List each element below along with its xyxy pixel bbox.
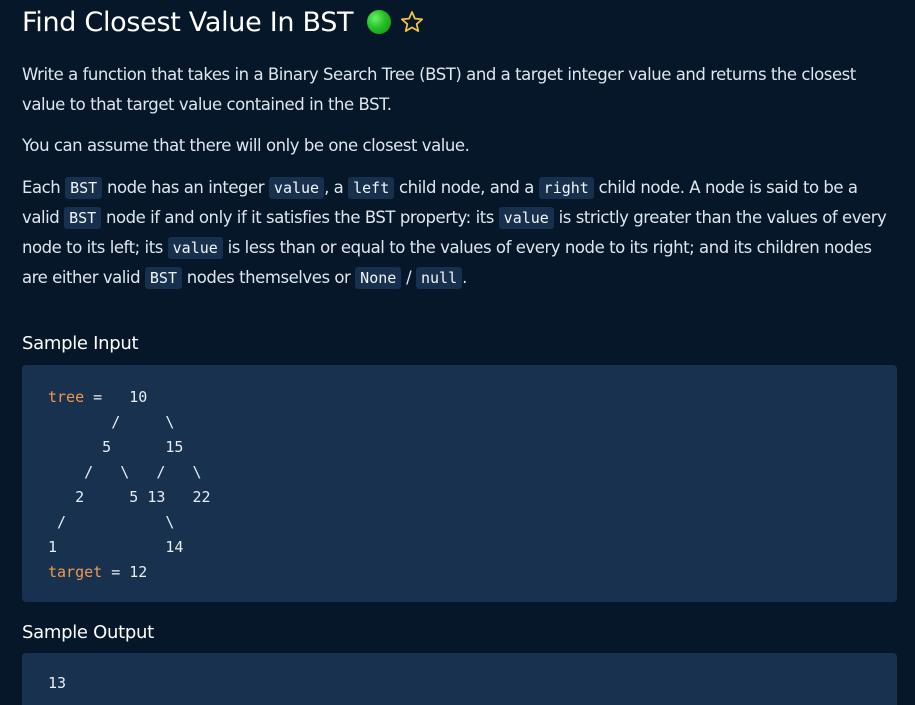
code-text: = 12 [102, 563, 148, 581]
text-segment: . [462, 268, 467, 287]
sample-input-code: tree = 10 / \ 5 15 / \ / \ 2 5 13 22 / \… [48, 385, 211, 585]
description-paragraph-1: Write a function that takes in a Binary … [22, 65, 856, 114]
text-segment: Each [22, 178, 66, 197]
inline-code: value [167, 237, 223, 259]
sample-input-heading: Sample Input [22, 333, 139, 354]
text-segment: , a [324, 178, 349, 197]
code-line: / \ / \ [48, 463, 202, 481]
text-segment: nodes themselves or [181, 268, 356, 287]
code-line: 1 14 [48, 538, 184, 556]
inline-code: value [268, 177, 325, 199]
inline-code: left [348, 177, 395, 199]
difficulty-indicator-icon [367, 10, 392, 34]
code-variable-target: target [48, 563, 103, 581]
inline-code: value [498, 207, 554, 229]
inline-code: null [416, 267, 463, 289]
code-variable-tree: tree [48, 388, 85, 406]
description-paragraph-3: Each BST node has an integer value, a le… [22, 173, 892, 293]
code-text: = 10 [84, 388, 148, 406]
code-line: 5 15 [48, 438, 184, 456]
sample-output-code: 13 [48, 674, 67, 692]
text-segment: node has an integer [102, 178, 269, 197]
sample-output-code-block: 13 [22, 653, 897, 705]
star-outline-icon[interactable] [399, 9, 425, 35]
title-row: Find Closest Value In BST [22, 4, 425, 40]
inline-code: right [538, 177, 594, 199]
problem-title: Find Closest Value In BST [22, 6, 354, 38]
text-segment: / [401, 268, 416, 287]
sample-input-code-block: tree = 10 / \ 5 15 / \ / \ 2 5 13 22 / \… [22, 365, 897, 602]
code-line: / \ [48, 513, 175, 531]
description-paragraph-2: You can assume that there will only be o… [22, 136, 470, 155]
text-segment: child node, and a [394, 178, 539, 197]
problem-page: Find Closest Value In BST Write a functi… [0, 0, 915, 705]
inline-code: BST [65, 177, 103, 199]
inline-code: BST [64, 207, 102, 229]
inline-code: None [355, 267, 402, 289]
code-line: / \ [48, 413, 175, 431]
code-line: 2 5 13 22 [48, 488, 211, 506]
sample-output-heading: Sample Output [22, 622, 154, 643]
text-segment: node if and only if it satisfies the BST… [101, 208, 499, 227]
inline-code: BST [144, 267, 182, 289]
